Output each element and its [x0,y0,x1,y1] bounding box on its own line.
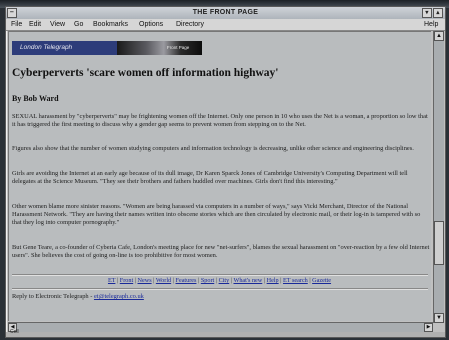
nav-link-gazette[interactable]: Gazette [312,277,331,284]
nav-separator: | [280,277,282,284]
scroll-up-icon[interactable]: ▲ [434,31,444,41]
divider [12,288,428,290]
menu-file[interactable]: File [11,20,22,29]
article-paragraph: Girls are avoiding the Internet at an ea… [12,170,408,186]
menu-options[interactable]: Options [139,20,163,29]
status-text: Cell [10,329,19,335]
nav-separator: | [309,277,311,284]
nav-link-world[interactable]: World [156,277,171,284]
minimize-icon[interactable]: ▾ [422,8,432,18]
nav-link-whats-new[interactable]: What's new [233,277,262,284]
nav-separator: | [116,277,119,284]
banner-brand: London Telegraph [20,44,73,51]
nav-link-news[interactable]: News [138,277,152,284]
menu-go[interactable]: Go [74,20,83,29]
nav-separator: | [215,277,218,284]
title-bar: – THE FRONT PAGE ▾ ▴ [6,7,445,19]
nav-separator: | [263,277,266,284]
nav-link-features[interactable]: Features [176,277,197,284]
menu-bar: File Edit View Go Bookmarks Options Dire… [6,19,445,31]
scroll-down-icon[interactable]: ▼ [434,313,444,323]
telegraph-banner[interactable]: London Telegraph Front Page [12,41,202,55]
nav-link-city[interactable]: City [219,277,230,284]
menu-bookmarks[interactable]: Bookmarks [93,20,128,29]
menu-view[interactable]: View [50,20,65,29]
nav-separator: | [172,277,174,284]
vertical-scrollbar[interactable]: ▲ ▼ [433,31,444,323]
article-paragraph: But Gene Teare, a co-founder of Cyberia … [12,244,430,260]
nav-link-et[interactable]: ET [108,277,115,284]
menu-help[interactable]: Help [424,20,438,29]
nav-separator: | [198,277,200,284]
browser-window: – THE FRONT PAGE ▾ ▴ File Edit View Go B… [5,6,446,338]
nav-link-et-search[interactable]: ET search [283,277,308,284]
nav-link-front[interactable]: Front [120,277,133,284]
article-headline: Cyberperverts 'scare women off informati… [12,67,279,79]
article-byline: By Bob Ward [12,94,59,103]
page-content: London Telegraph Front Page Cyberpervert… [8,31,431,321]
scroll-thumb[interactable] [434,221,444,265]
menu-edit[interactable]: Edit [29,20,41,29]
horizontal-scrollbar[interactable]: ◀ ▶ [8,322,433,332]
menu-directory[interactable]: Directory [176,20,204,29]
maximize-icon[interactable]: ▴ [433,8,443,18]
divider [12,274,428,276]
nav-separator: | [134,277,136,284]
status-bar: Cell [6,329,445,337]
scroll-right-icon[interactable]: ▶ [424,323,433,332]
site-navigation: ET | Front | News | World | Features | S… [8,277,431,285]
nav-link-sport[interactable]: Sport [201,277,214,284]
reply-line: Reply to Electronic Telegraph - et@teleg… [12,293,144,300]
article-paragraph: Other women blame more sinister reasons.… [12,203,421,227]
reply-label: Reply to Electronic Telegraph - [12,293,94,300]
article-paragraph: Figures also show that the number of wom… [12,145,414,152]
system-menu-icon[interactable]: – [7,8,17,18]
nav-separator: | [230,277,233,284]
window-title: THE FRONT PAGE [192,9,259,16]
article-paragraph: SEXUAL harassment by "cyberperverts" may… [12,113,428,129]
reply-email-link[interactable]: et@telegraph.co.uk [94,293,144,300]
nav-separator: | [153,277,155,284]
banner-section: Front Page [167,45,190,50]
nav-link-help[interactable]: Help [267,277,279,284]
